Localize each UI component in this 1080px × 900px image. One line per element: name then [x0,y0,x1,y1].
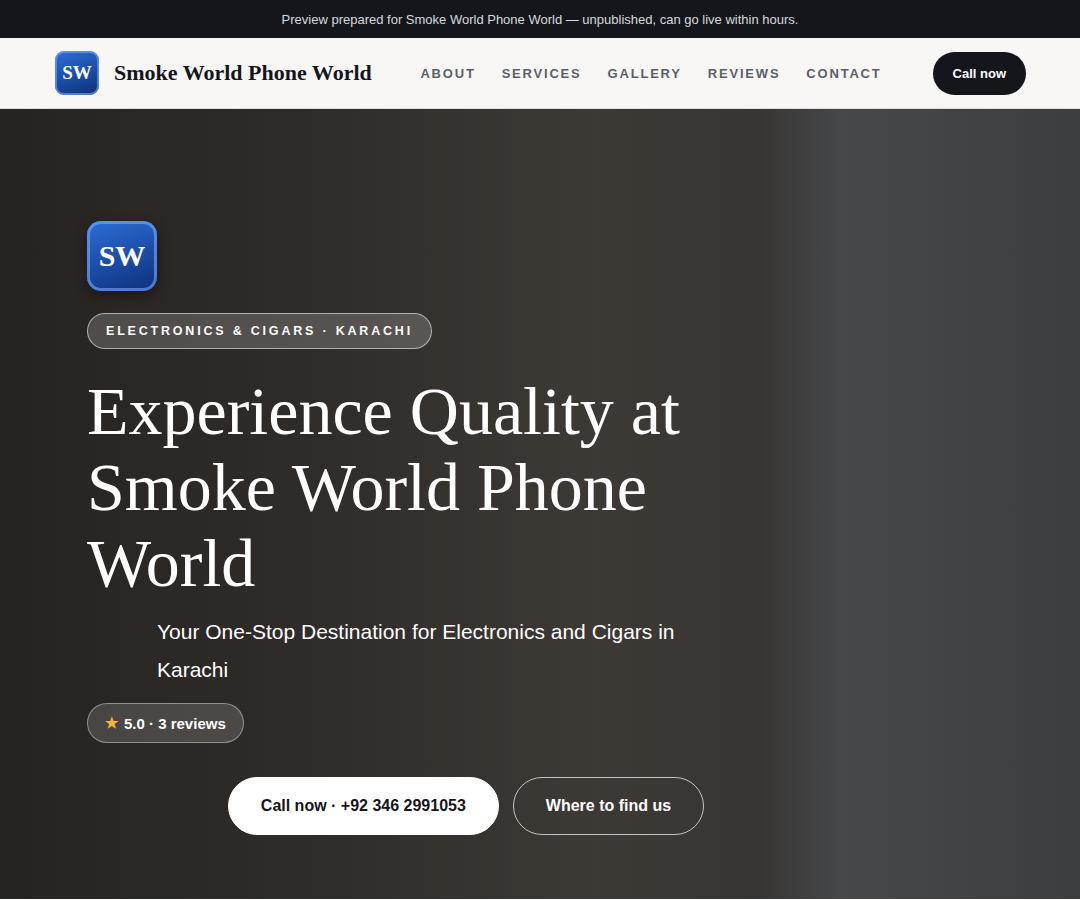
call-button[interactable]: Call now [933,52,1026,95]
hero-title: Experience Quality at Smoke World Phone … [87,373,737,601]
nav-links: ABOUT SERVICES GALLERY REVIEWS CONTACT [420,66,881,81]
hero-subtitle: Your One-Stop Destination for Electronic… [157,613,717,689]
nav-link[interactable]: SERVICES [502,66,582,81]
preview-banner: Preview prepared for Smoke World Phone W… [0,0,1080,38]
nav-link[interactable]: REVIEWS [708,66,781,81]
brand[interactable]: SW Smoke World Phone World [55,51,372,95]
hero-button[interactable]: Where to find us [513,777,704,835]
rating-text: 5.0 · 3 reviews [124,715,226,732]
brand-name: Smoke World Phone World [114,60,372,86]
rating-pill: ★ 5.0 · 3 reviews [87,703,244,743]
category-badge: ELECTRONICS & CIGARS · KARACHI [87,313,432,349]
page: Preview prepared for Smoke World Phone W… [0,0,1080,900]
nav-link[interactable]: GALLERY [608,66,682,81]
star-icon: ★ [105,714,118,732]
nav-link[interactable]: ABOUT [420,66,475,81]
hero-logo-icon: SW [87,221,157,291]
nav-link[interactable]: CONTACT [806,66,881,81]
hero-content: SW ELECTRONICS & CIGARS · KARACHI Experien… [0,109,845,835]
hero-buttons: Call now · +92 346 2991053Where to find … [87,777,845,835]
nav-bar: SW Smoke World Phone World ABOUT SERVICES GA… [0,38,1080,109]
hero-button[interactable]: Call now · +92 346 2991053 [228,777,499,835]
banner-text: Preview prepared for Smoke World Phone W… [282,12,799,27]
hero: SW ELECTRONICS & CIGARS · KARACHI Experien… [0,109,1080,899]
logo-icon: SW [55,51,99,95]
